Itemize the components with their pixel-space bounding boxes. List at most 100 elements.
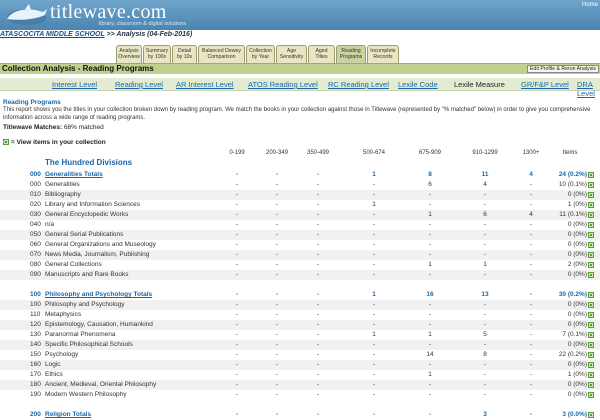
count-cell: - — [428, 411, 432, 418]
count-cell: - — [235, 381, 239, 388]
view-items-icon[interactable] — [588, 192, 594, 198]
count-cell: - — [316, 321, 320, 328]
count-cell: - — [275, 351, 279, 358]
tab-incomplete[interactable]: Incomplete Records — [367, 45, 399, 63]
view-items-icon[interactable] — [588, 372, 594, 378]
count-cell[interactable]: 1 — [359, 171, 389, 178]
division-total-link[interactable]: Religion Totals — [45, 411, 91, 418]
column-header: 0-199 — [229, 150, 245, 156]
view-items-icon[interactable] — [588, 332, 594, 338]
division-total-link[interactable]: Philosophy and Psychology Totals — [45, 291, 152, 298]
view-items-icon[interactable] — [588, 232, 594, 238]
dewey-code: 010 — [30, 191, 41, 198]
view-items-icon[interactable] — [588, 362, 594, 368]
view-items-icon[interactable] — [588, 272, 594, 278]
view-items-icon[interactable] — [588, 412, 594, 418]
view-items-icon[interactable] — [588, 342, 594, 348]
tab-age[interactable]: Age Sensitivity — [276, 45, 307, 63]
count-cell[interactable]: 14 — [415, 351, 445, 358]
count-cell[interactable]: 1 — [415, 331, 445, 338]
table-row: 130 Paranormal Phenomena - - -1 1 5-7 (0.1%) — [0, 330, 600, 340]
view-items-icon[interactable] — [588, 312, 594, 318]
view-items-icon[interactable] — [588, 172, 594, 178]
subnav-lexile-code[interactable]: Lexile Code — [398, 80, 438, 89]
view-items-icon[interactable] — [588, 222, 594, 228]
dewey-code: 120 — [30, 321, 41, 328]
count-cell[interactable]: 8 — [415, 171, 445, 178]
home-link[interactable]: Home — [582, 2, 598, 8]
division-total-link[interactable]: Generalities Totals — [45, 171, 103, 178]
dolphin-logo-icon[interactable] — [3, 3, 49, 27]
tab-reading[interactable]: Reading Programs — [336, 45, 366, 63]
view-items-icon[interactable] — [588, 302, 594, 308]
view-items-icon[interactable] — [588, 182, 594, 188]
count-cell: - — [275, 221, 279, 228]
count-cell[interactable]: 1 — [359, 201, 389, 208]
view-items-icon[interactable] — [588, 322, 594, 328]
view-items-icon[interactable] — [588, 242, 594, 248]
count-cell[interactable]: 1 — [359, 331, 389, 338]
subnav-dra-level[interactable]: DRA Level — [577, 80, 600, 98]
view-items-icon[interactable] — [588, 252, 594, 258]
subnav-lexile-measure[interactable]: Lexile Measure — [454, 80, 505, 89]
view-items-icon[interactable] — [588, 392, 594, 398]
subnav-atos-reading-level[interactable]: ATOS Reading Level — [248, 80, 318, 89]
view-items-icon[interactable] — [588, 292, 594, 298]
subnav-gr-f-p-level[interactable]: GR/F&P Level — [521, 80, 569, 89]
subnav-ar-interest-level[interactable]: AR Interest Level — [176, 80, 234, 89]
tab-label-line2: Titles — [315, 54, 328, 60]
count-cell: - — [372, 271, 376, 278]
tab-summary[interactable]: Summary by 100s — [143, 45, 171, 63]
subnav-reading-level[interactable]: Reading Level — [115, 80, 163, 89]
count-cell[interactable]: 16 — [415, 291, 445, 298]
count-cell: - — [372, 351, 376, 358]
matches-label: Titlewave Matches: — [3, 124, 63, 131]
division-name: Generalities — [45, 181, 80, 188]
tab-analysis[interactable]: Analysis Overview — [116, 45, 142, 63]
view-items-icon[interactable] — [588, 382, 594, 388]
matches-value: 68% matched — [62, 124, 104, 131]
count-cell[interactable]: 1 — [415, 261, 445, 268]
view-items-icon[interactable] — [588, 212, 594, 218]
breadcrumb-school-link[interactable]: ATASCOCITA MIDDLE SCHOOL — [0, 31, 105, 38]
edit-profile-button[interactable]: Edit Profile & Rerun Analysis — [526, 65, 599, 73]
count-cell[interactable]: 6 — [470, 211, 500, 218]
count-cell: - — [235, 321, 239, 328]
view-items-icon[interactable] — [588, 352, 594, 358]
count-cell[interactable]: 13 — [470, 291, 500, 298]
subnav-interest-level[interactable]: Interest Level — [52, 80, 97, 89]
count-cell[interactable]: 8 — [470, 351, 500, 358]
table-row: 040 n/a - - - - - - -0 (0%) — [0, 220, 600, 230]
dewey-code: 100 — [30, 291, 41, 298]
view-items-icon[interactable] — [588, 202, 594, 208]
column-header: 500-674 — [362, 150, 386, 156]
count-cell: - — [372, 261, 376, 268]
count-cell: - — [275, 181, 279, 188]
tab-label-line2: Sensitivity — [279, 54, 304, 60]
table-total-row: 000 Generalities Totals - - -1 8 11 4 24 (0.2%) — [0, 170, 600, 180]
count-cell[interactable]: 1 — [470, 261, 500, 268]
tab-balanced-dewey[interactable]: Balanced Dewey Comparison — [198, 45, 245, 63]
table-row: 180 Ancient, Medieval, Oriental Philosoph… — [0, 380, 600, 390]
table-row: 070 News Media, Journalism, Publishing - - -… — [0, 250, 600, 260]
tab-detail[interactable]: Detail by 10s — [172, 45, 197, 63]
count-cell[interactable]: 6 — [415, 181, 445, 188]
count-cell[interactable]: 1 — [415, 211, 445, 218]
count-cell[interactable]: 4 — [470, 181, 500, 188]
brand-title[interactable]: titlewave.com — [50, 1, 167, 23]
count-cell[interactable]: 11 — [470, 171, 500, 178]
tab-aged[interactable]: Aged Titles — [308, 45, 335, 63]
tab-label-line2: Programs — [339, 54, 363, 60]
items-count: 10 (0.1%) — [558, 181, 587, 188]
dewey-code: 100 — [30, 301, 41, 308]
count-cell: - — [372, 191, 376, 198]
count-cell: - — [316, 271, 320, 278]
subnav-rc-reading-level[interactable]: RC Reading Level — [328, 80, 389, 89]
count-cell[interactable]: 1 — [359, 291, 389, 298]
count-cell[interactable]: 5 — [470, 331, 500, 338]
count-cell: - — [275, 301, 279, 308]
view-items-icon[interactable] — [588, 262, 594, 268]
tab-collection[interactable]: Collection by Year — [246, 45, 275, 63]
count-cell[interactable]: 1 — [415, 371, 445, 378]
count-cell[interactable]: 3 — [470, 411, 500, 418]
